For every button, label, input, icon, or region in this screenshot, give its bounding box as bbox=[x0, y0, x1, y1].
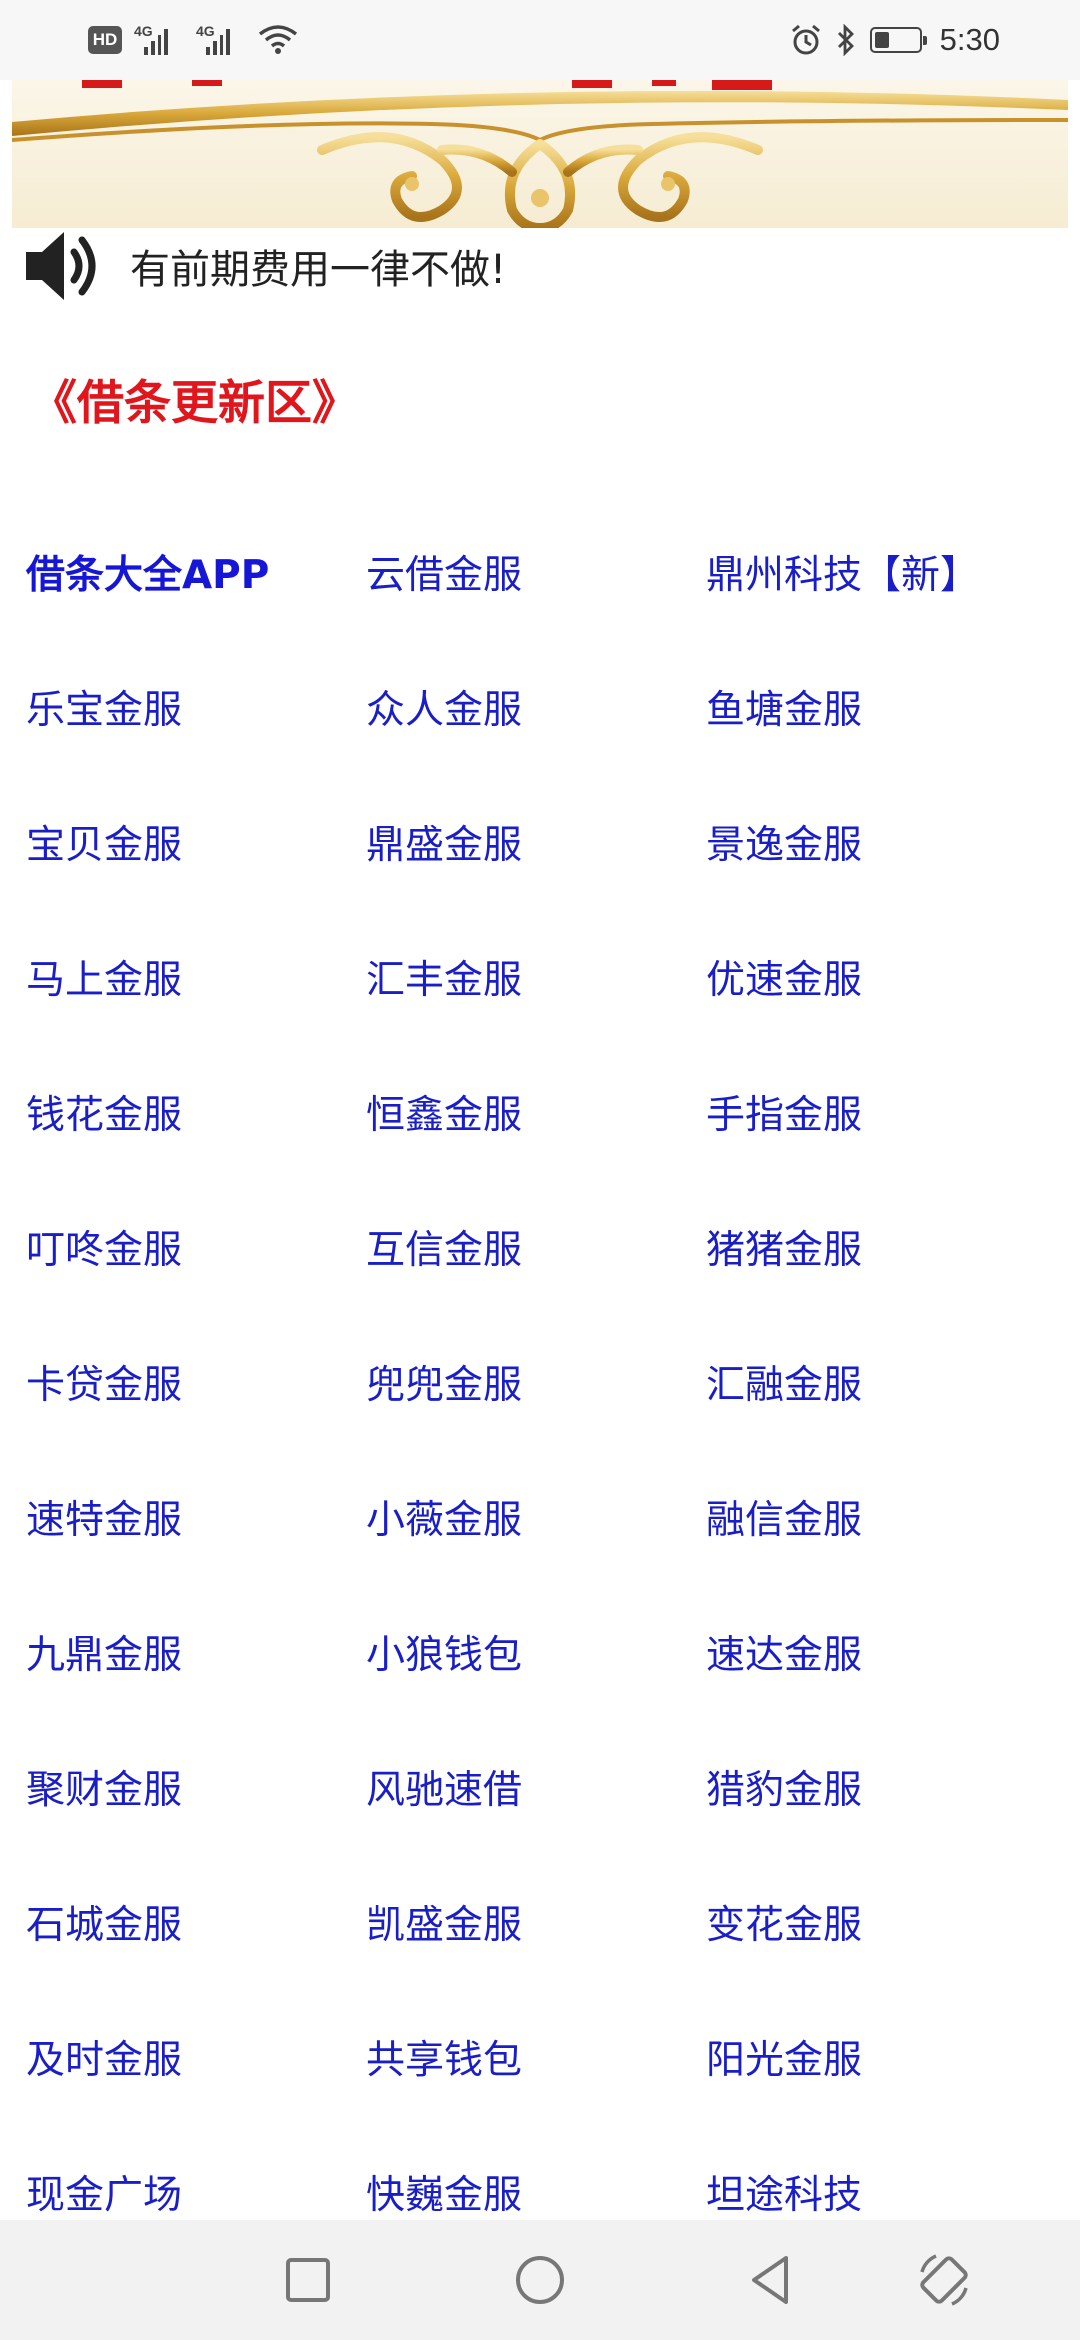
link-item[interactable]: 速特金服 bbox=[26, 1489, 366, 1545]
link-item[interactable]: 景逸金服 bbox=[706, 814, 1046, 870]
section-title: 《借条更新区》 bbox=[30, 376, 359, 431]
link-item[interactable]: 凯盛金服 bbox=[366, 1894, 706, 1950]
rotate-screen-icon[interactable] bbox=[914, 2250, 974, 2310]
battery-icon bbox=[869, 27, 927, 53]
link-row: 石城金服 凯盛金服 变花金服 bbox=[26, 1854, 1066, 1989]
link-item[interactable]: 鼎盛金服 bbox=[366, 814, 706, 870]
link-item[interactable]: 及时金服 bbox=[26, 2029, 366, 2085]
link-item[interactable]: 速达金服 bbox=[706, 1624, 1046, 1680]
link-item[interactable]: 小狼钱包 bbox=[366, 1624, 706, 1680]
signal-1-label: 4G bbox=[134, 23, 153, 39]
hd-icon: HD bbox=[88, 26, 122, 54]
link-item[interactable]: 风驰速借 bbox=[366, 1759, 706, 1815]
link-item[interactable]: 猎豹金服 bbox=[706, 1759, 1046, 1815]
link-row: 乐宝金服 众人金服 鱼塘金服 bbox=[26, 639, 1066, 774]
link-row: 宝贝金服 鼎盛金服 景逸金服 bbox=[26, 774, 1066, 909]
link-item[interactable]: 坦途科技 bbox=[706, 2164, 1046, 2220]
link-row: 钱花金服 恒鑫金服 手指金服 bbox=[26, 1044, 1066, 1179]
link-item[interactable]: 鱼塘金服 bbox=[706, 679, 1046, 735]
triangle-back-icon[interactable] bbox=[742, 2250, 802, 2310]
circle-home-icon[interactable] bbox=[510, 2250, 570, 2310]
link-item[interactable]: 手指金服 bbox=[706, 1084, 1046, 1140]
link-item[interactable]: 九鼎金服 bbox=[26, 1624, 366, 1680]
link-item[interactable]: 众人金服 bbox=[366, 679, 706, 735]
link-item[interactable]: 云借金服 bbox=[366, 544, 706, 600]
link-row: 九鼎金服 小狼钱包 速达金服 bbox=[26, 1584, 1066, 1719]
link-item[interactable]: 兜兜金服 bbox=[366, 1354, 706, 1410]
link-item[interactable]: 融信金服 bbox=[706, 1489, 1046, 1545]
signal-icon-2: 4G bbox=[196, 23, 230, 55]
link-item[interactable]: 共享钱包 bbox=[366, 2029, 706, 2085]
link-item[interactable]: 汇丰金服 bbox=[366, 949, 706, 1005]
link-item[interactable]: 石城金服 bbox=[26, 1894, 366, 1950]
status-bar: HD 4G 4G 5:30 bbox=[0, 0, 1080, 80]
banner-image bbox=[12, 80, 1068, 228]
square-recents-icon[interactable] bbox=[278, 2250, 338, 2310]
signal-2-label: 4G bbox=[196, 23, 215, 39]
clock: 5:30 bbox=[939, 22, 1000, 57]
link-item[interactable]: 宝贝金服 bbox=[26, 814, 366, 870]
alarm-icon bbox=[791, 24, 820, 55]
link-item[interactable]: 聚财金服 bbox=[26, 1759, 366, 1815]
link-item[interactable]: 优速金服 bbox=[706, 949, 1046, 1005]
link-item[interactable]: 阳光金服 bbox=[706, 2029, 1046, 2085]
link-item[interactable]: 猪猪金服 bbox=[706, 1219, 1046, 1275]
link-item[interactable]: 卡贷金服 bbox=[26, 1354, 366, 1410]
link-item[interactable]: 快巍金服 bbox=[366, 2164, 706, 2220]
ornament-icon bbox=[12, 80, 1068, 228]
link-item[interactable]: 变花金服 bbox=[706, 1894, 1046, 1950]
link-item[interactable]: 马上金服 bbox=[26, 949, 366, 1005]
link-item[interactable]: 互信金服 bbox=[366, 1219, 706, 1275]
signal-icon-1: 4G bbox=[134, 23, 168, 55]
link-item[interactable]: 现金广场 bbox=[26, 2164, 366, 2220]
notice-bar: 有前期费用一律不做! bbox=[24, 228, 506, 304]
status-right-group: 5:30 bbox=[790, 20, 1000, 60]
link-row: 借条大全APP 云借金服 鼎州科技【新】 bbox=[26, 504, 1066, 639]
speaker-icon bbox=[26, 232, 96, 300]
wifi-icon bbox=[258, 25, 298, 54]
link-item[interactable]: 汇融金服 bbox=[706, 1354, 1046, 1410]
link-item[interactable]: 乐宝金服 bbox=[26, 679, 366, 735]
link-item[interactable]: 鼎州科技【新】 bbox=[706, 544, 1046, 600]
link-row: 马上金服 汇丰金服 优速金服 bbox=[26, 909, 1066, 1044]
notice-text: 有前期费用一律不做! bbox=[130, 247, 507, 293]
link-item[interactable]: 钱花金服 bbox=[26, 1084, 366, 1140]
link-row: 卡贷金服 兜兜金服 汇融金服 bbox=[26, 1314, 1066, 1449]
link-item[interactable]: 叮咚金服 bbox=[26, 1219, 366, 1275]
link-item[interactable]: 恒鑫金服 bbox=[366, 1084, 706, 1140]
link-row: 叮咚金服 互信金服 猪猪金服 bbox=[26, 1179, 1066, 1314]
link-item[interactable]: 借条大全APP bbox=[26, 544, 366, 600]
link-row: 速特金服 小薇金服 融信金服 bbox=[26, 1449, 1066, 1584]
link-row: 聚财金服 风驰速借 猎豹金服 bbox=[26, 1719, 1066, 1854]
link-row: 及时金服 共享钱包 阳光金服 bbox=[26, 1989, 1066, 2124]
status-left-group: HD 4G 4G bbox=[88, 20, 298, 60]
bluetooth-icon bbox=[837, 24, 854, 56]
link-grid: 借条大全APP 云借金服 鼎州科技【新】 乐宝金服 众人金服 鱼塘金服 宝贝金服… bbox=[26, 504, 1066, 2259]
link-item[interactable]: 小薇金服 bbox=[366, 1489, 706, 1545]
navigation-bar bbox=[0, 2220, 1080, 2340]
